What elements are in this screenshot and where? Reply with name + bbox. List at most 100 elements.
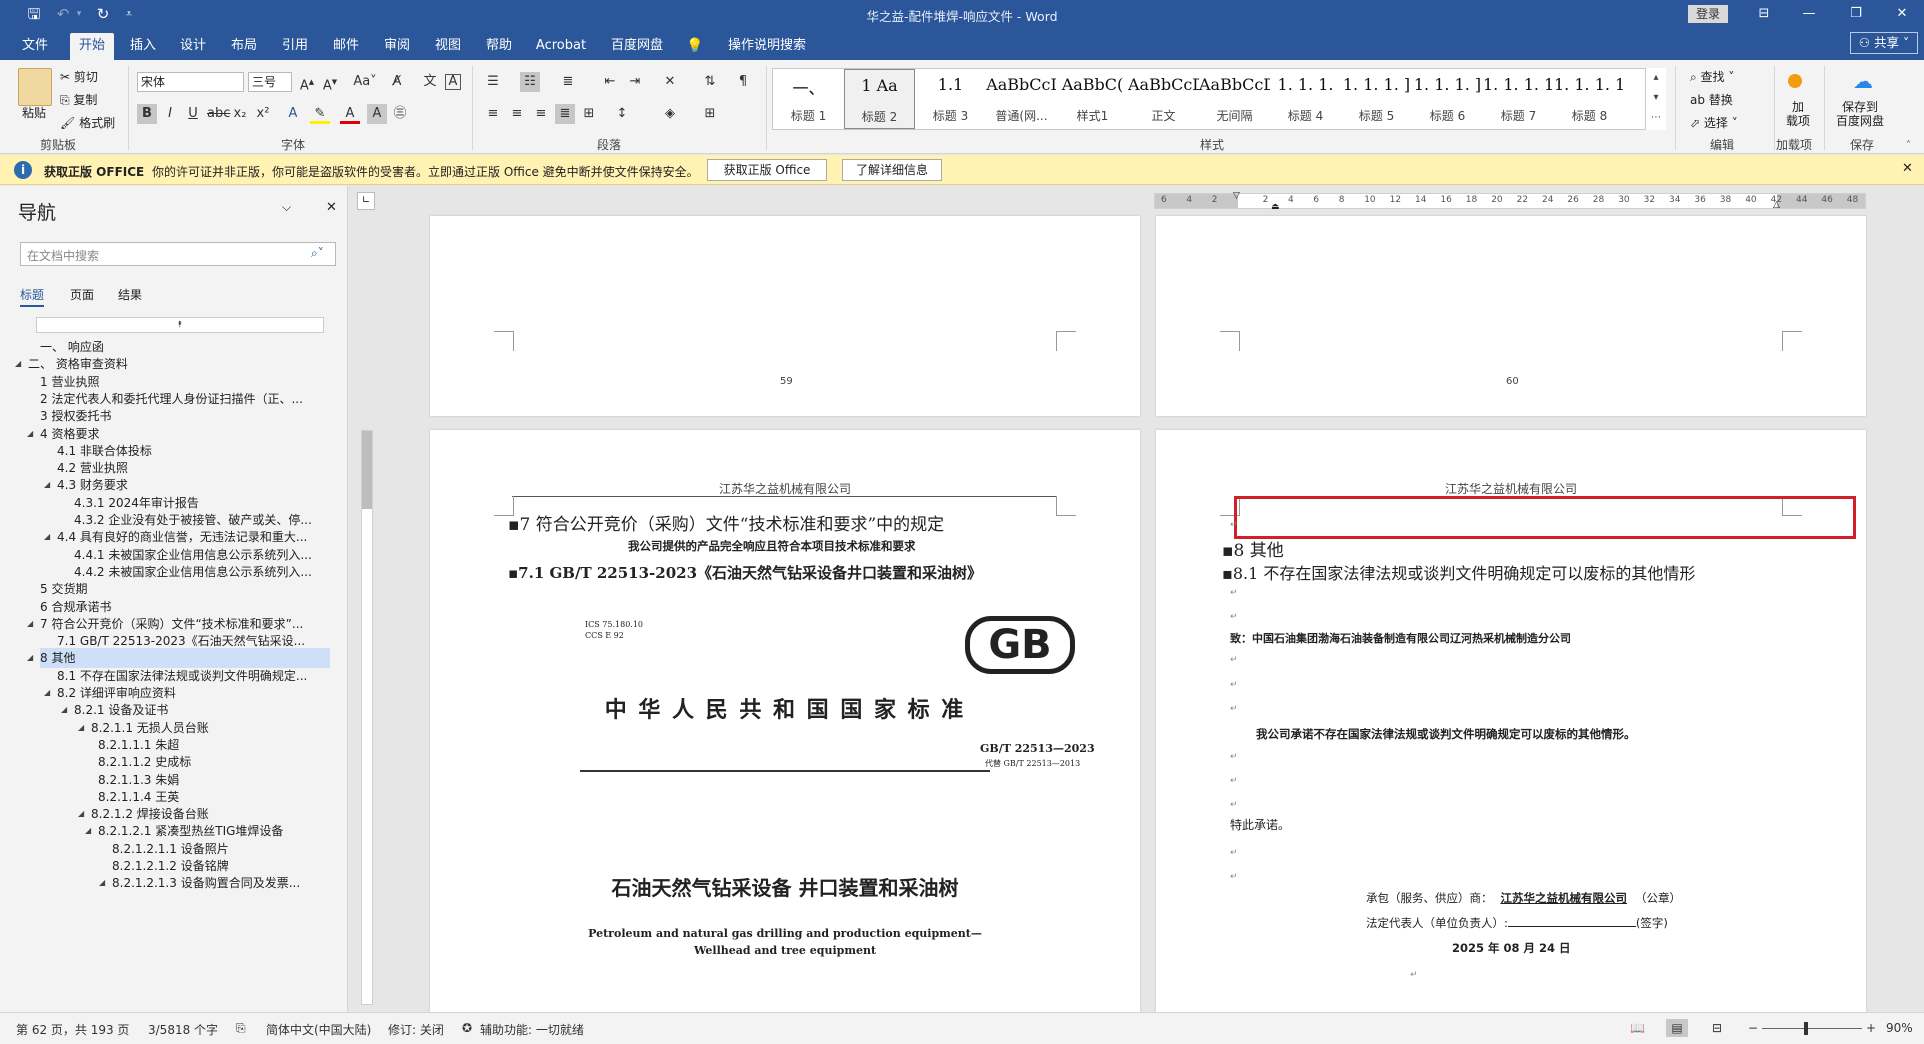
italic-icon[interactable]: I	[160, 104, 180, 124]
collapse-ribbon-icon[interactable]: ˄	[1906, 140, 1911, 151]
collapse-triangle-icon[interactable]: ◢	[99, 878, 105, 887]
save-to-baidu-button[interactable]: 保存到 百度网盘	[1836, 100, 1884, 128]
page-count[interactable]: 第 62 页，共 193 页	[16, 1021, 129, 1038]
strikethrough-icon[interactable]: abc	[207, 104, 230, 124]
style-1[interactable]: 1 Aa 标题 2	[844, 69, 915, 129]
tab-design[interactable]: 设计	[172, 33, 214, 60]
collapse-triangle-icon[interactable]: ◢	[27, 653, 33, 662]
multilevel-list-icon[interactable]: ≣	[558, 72, 578, 92]
nav-tab-pages[interactable]: 页面	[70, 286, 94, 303]
heading-8-1[interactable]: ▪8.1 不存在国家法律法规或谈判文件明确规定可以废标的其他情形	[1222, 560, 1695, 584]
tab-selector-icon[interactable]: ∟	[357, 192, 375, 210]
bold-icon[interactable]: B	[137, 104, 157, 124]
tab-insert[interactable]: 插入	[122, 33, 164, 60]
get-genuine-button[interactable]: 获取正版 Office	[707, 159, 827, 181]
shrink-font-icon[interactable]: A▼	[320, 72, 340, 93]
right-indent-marker-icon[interactable]: △	[1773, 200, 1780, 210]
accessibility-icon[interactable]: ✪	[462, 1021, 472, 1035]
align-right-icon[interactable]: ≡	[531, 104, 551, 124]
nav-heading-item[interactable]: 8.2.1.2.1.3 设备购置合同及发票...	[112, 873, 330, 893]
read-mode-icon[interactable]: 📖	[1630, 1021, 1645, 1035]
paste-button[interactable]: 粘贴	[22, 104, 46, 121]
tab-acrobat[interactable]: Acrobat	[530, 33, 592, 60]
page-62[interactable]: 江苏华之益机械有限公司 ↵ ▪8 其他 ▪8.1 不存在国家法律法规或谈判文件明…	[1156, 430, 1866, 1012]
baidu-cloud-icon[interactable]: ☁	[1850, 70, 1876, 92]
collapse-triangle-icon[interactable]: ◢	[27, 619, 33, 628]
tab-mailings[interactable]: 邮件	[325, 33, 367, 60]
decrease-indent-icon[interactable]: ⇤	[600, 72, 620, 92]
addins-button[interactable]: 加 载项	[1786, 100, 1810, 128]
first-indent-marker-icon[interactable]: ▽	[1233, 191, 1240, 201]
word-count[interactable]: 3/5818 个字	[148, 1021, 218, 1038]
align-center-icon[interactable]: ≡	[507, 104, 527, 124]
collapse-triangle-icon[interactable]: ◢	[61, 705, 67, 714]
zoom-slider-thumb[interactable]	[1804, 1022, 1808, 1035]
character-shading-icon[interactable]: A	[367, 104, 387, 124]
nav-close-icon[interactable]: ✕	[326, 200, 337, 215]
heading-7-1[interactable]: ▪7.1 GB/T 22513-2023《石油天然气钻采设备井口装置和采油树》	[508, 562, 982, 583]
tab-help[interactable]: 帮助	[478, 33, 520, 60]
style-5[interactable]: AaBbCcDdI 正文	[1128, 69, 1199, 129]
minimize-icon[interactable]: —	[1795, 4, 1823, 24]
style-11[interactable]: 1. 1. 1. 1. 标题 8	[1554, 69, 1625, 129]
tell-me-search[interactable]: 操作说明搜索	[712, 33, 822, 60]
zoom-slider[interactable]	[1762, 1028, 1862, 1029]
style-0[interactable]: 一、 标题 1	[773, 69, 844, 129]
line-spacing-icon[interactable]: ↕	[612, 104, 632, 124]
justify-icon[interactable]: ≣	[555, 104, 575, 124]
learn-more-button[interactable]: 了解详细信息	[842, 159, 942, 181]
paste-icon[interactable]	[18, 68, 52, 106]
nav-search-input[interactable]: 在文档中搜索 ⌕˅	[20, 242, 336, 266]
nav-scroll-up-icon[interactable]: ⯭	[36, 317, 324, 333]
lightbulb-icon[interactable]: 💡	[685, 33, 705, 60]
character-border-icon[interactable]: A	[445, 74, 461, 90]
vertical-scrollbar[interactable]	[1909, 186, 1924, 1012]
search-icon[interactable]: ⌕˅	[311, 246, 324, 261]
borders-icon[interactable]: ⊞	[700, 104, 720, 124]
collapse-triangle-icon[interactable]: ◢	[15, 359, 21, 368]
text-effects-icon[interactable]: A	[283, 104, 303, 124]
zoom-out-icon[interactable]: −	[1748, 1021, 1758, 1035]
underline-icon[interactable]: U	[183, 104, 203, 124]
styles-more-icon[interactable]: ▴ ▾ ⋯	[1645, 68, 1666, 130]
nav-options-icon[interactable]: ⌵	[282, 200, 291, 215]
heading-7[interactable]: ▪7 符合公开竞价（采购）文件“技术标准和要求”中的规定	[508, 510, 944, 535]
style-6[interactable]: AaBbCcDdI 无间隔	[1199, 69, 1270, 129]
share-button[interactable]: ⚇ 共享 ˅	[1850, 32, 1918, 54]
collapse-triangle-icon[interactable]: ◢	[44, 480, 50, 489]
distributed-icon[interactable]: ⊞	[579, 104, 599, 124]
zoom-level[interactable]: 90%	[1886, 1021, 1913, 1035]
print-layout-icon[interactable]: ▤	[1666, 1019, 1688, 1037]
collapse-triangle-icon[interactable]: ◢	[27, 429, 33, 438]
heading-8[interactable]: ▪8 其他	[1222, 536, 1284, 561]
tab-review[interactable]: 审阅	[376, 33, 418, 60]
tab-baidu-netdisk[interactable]: 百度网盘	[604, 33, 670, 60]
chinese-layout-icon[interactable]: ✕	[660, 72, 680, 92]
track-changes-status[interactable]: 修订: 关闭	[388, 1021, 444, 1038]
zoom-in-icon[interactable]: +	[1866, 1021, 1876, 1035]
grow-font-icon[interactable]: A▲	[297, 72, 317, 93]
superscript-icon[interactable]: x²	[253, 104, 273, 124]
login-button[interactable]: 登录	[1688, 5, 1728, 23]
highlight-icon[interactable]: ✎	[310, 104, 330, 124]
enclose-characters-icon[interactable]: ㊂	[390, 104, 410, 124]
show-marks-icon[interactable]: ¶	[733, 72, 753, 92]
change-case-icon[interactable]: Aa˅	[350, 72, 380, 92]
style-7[interactable]: 1. 1. 1. 标题 4	[1270, 69, 1341, 129]
increase-indent-icon[interactable]: ⇥	[625, 72, 645, 92]
collapse-triangle-icon[interactable]: ◢	[44, 532, 50, 541]
style-10[interactable]: 1. 1. 1. 1 标题 7	[1483, 69, 1554, 129]
collapse-triangle-icon[interactable]: ◢	[44, 688, 50, 697]
sort-icon[interactable]: ⇅	[700, 72, 720, 92]
close-window-icon[interactable]: ✕	[1888, 4, 1916, 24]
select-button[interactable]: ⬀ 选择 ˅	[1690, 114, 1738, 131]
nav-tab-headings[interactable]: 标题	[20, 286, 45, 307]
style-9[interactable]: 1. 1. 1. ] 标题 6	[1412, 69, 1483, 129]
copy-button[interactable]: ⎘ 复制	[60, 91, 97, 108]
addins-icon[interactable]	[1788, 74, 1802, 88]
collapse-triangle-icon[interactable]: ◢	[78, 723, 84, 732]
hanging-indent-marker-icon[interactable]: ⏏	[1271, 202, 1280, 212]
style-3[interactable]: AaBbCcI 普通(网...	[986, 69, 1057, 129]
close-infobar-icon[interactable]: ✕	[1902, 161, 1913, 176]
tab-layout[interactable]: 布局	[223, 33, 265, 60]
